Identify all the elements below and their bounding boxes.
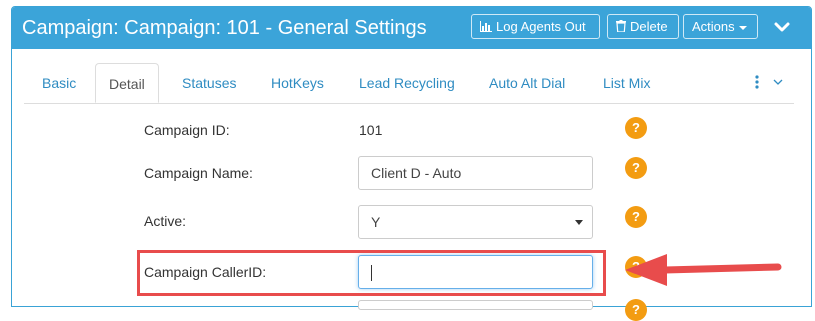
campaign-name-label: Campaign Name: bbox=[144, 165, 253, 181]
tab-list-mix[interactable]: List Mix bbox=[603, 63, 650, 103]
settings-tabs: Basic Detail Statuses HotKeys Lead Recyc… bbox=[24, 63, 794, 104]
bar-chart-icon bbox=[480, 15, 492, 38]
chevron-down-icon[interactable] bbox=[773, 20, 791, 34]
delete-button[interactable]: Delete bbox=[607, 14, 679, 39]
campaign-name-field[interactable]: Client D - Auto bbox=[358, 156, 593, 190]
more-tabs-menu[interactable] bbox=[754, 73, 794, 93]
active-select[interactable]: Y bbox=[358, 205, 593, 239]
panel-header: Campaign: Campaign: 101 - General Settin… bbox=[12, 7, 811, 49]
campaign-id-value: 101 bbox=[359, 122, 383, 138]
actions-dropdown[interactable]: Actions bbox=[683, 14, 758, 39]
tab-lead-recycling[interactable]: Lead Recycling bbox=[359, 63, 455, 103]
help-icon[interactable]: ? bbox=[625, 117, 647, 139]
campaign-id-label: Campaign ID: bbox=[144, 122, 230, 138]
caret-down-icon bbox=[575, 220, 583, 225]
help-icon[interactable]: ? bbox=[625, 206, 647, 228]
tab-statuses[interactable]: Statuses bbox=[182, 63, 236, 103]
caret-down-icon bbox=[738, 25, 747, 30]
tab-hotkeys[interactable]: HotKeys bbox=[271, 63, 324, 103]
actions-label: Actions bbox=[692, 19, 735, 34]
help-icon[interactable]: ? bbox=[625, 157, 647, 179]
next-field-partial[interactable] bbox=[358, 300, 593, 310]
highlight-box bbox=[137, 250, 606, 296]
delete-label: Delete bbox=[630, 19, 668, 34]
log-agents-out-label: Log Agents Out bbox=[496, 19, 586, 34]
page-title: Campaign: Campaign: 101 - General Settin… bbox=[22, 17, 427, 39]
tab-basic[interactable]: Basic bbox=[42, 63, 76, 103]
tab-detail[interactable]: Detail bbox=[95, 63, 159, 103]
more-vertical-icon bbox=[755, 75, 783, 89]
annotation-arrow-icon bbox=[625, 254, 782, 286]
help-icon[interactable]: ? bbox=[625, 299, 647, 321]
trash-icon bbox=[616, 15, 626, 38]
active-label: Active: bbox=[144, 213, 187, 229]
active-selected-value: Y bbox=[371, 214, 381, 230]
log-agents-out-button[interactable]: Log Agents Out bbox=[471, 14, 600, 39]
tab-auto-alt-dial[interactable]: Auto Alt Dial bbox=[489, 63, 565, 103]
